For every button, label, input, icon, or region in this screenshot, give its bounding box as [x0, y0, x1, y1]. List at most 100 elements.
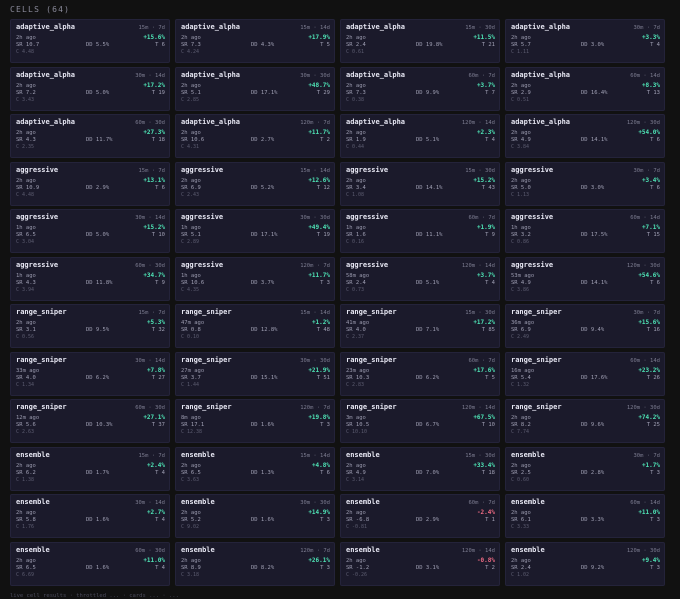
cell-card[interactable]: adaptive_alpha 60m · 7d 2h ago +3.7% SR … — [340, 66, 500, 111]
cell-card[interactable]: ensemble 60m · 14d 2h ago +11.0% SR 6.1 … — [505, 494, 665, 538]
cell-drawdown: DD 8.2% — [251, 564, 275, 571]
cell-card[interactable]: ensemble 30m · 30d 2h ago +14.9% SR 5.2 … — [175, 494, 335, 538]
cell-calmar: C 3.04 — [16, 239, 35, 245]
cell-card[interactable]: ensemble 15m · 30d 2h ago +33.4% SR 4.9 … — [340, 446, 500, 491]
cell-card[interactable]: adaptive_alpha 30m · 30d 2h ago +48.7% S… — [175, 66, 335, 111]
cell-drawdown: DD 6.7% — [416, 422, 440, 428]
cell-trade-count: T 9 — [155, 279, 165, 286]
cell-sharpe-ratio: SR 5.6 — [16, 422, 36, 428]
cell-updated-ago: 2h ago — [511, 510, 531, 516]
cell-card[interactable]: aggressive 60m · 30d 1h ago +34.7% SR 4.… — [10, 256, 170, 301]
cell-card[interactable]: range_sniper 15m · 30d 41m ago +17.2% SR… — [340, 304, 500, 348]
cell-strategy-name: adaptive_alpha — [16, 23, 76, 31]
cell-card[interactable]: ensemble 120m · 7d 2h ago +26.1% SR 8.9 … — [175, 541, 335, 586]
cell-card[interactable]: range_sniper 30m · 30d 27m ago +21.9% SR… — [175, 351, 335, 396]
cell-calmar: C 9.02 — [181, 524, 200, 530]
cell-card[interactable]: range_sniper 15m · 7d 2h ago +5.3% SR 3.… — [10, 304, 170, 348]
cell-sharpe-ratio: SR 6.5 — [181, 469, 201, 476]
cell-strategy-name: aggressive — [181, 260, 224, 269]
cell-timeframe: 60m · 30d — [135, 547, 165, 554]
cell-updated-ago: 2h ago — [346, 462, 366, 469]
cell-card[interactable]: ensemble 30m · 7d 2h ago +1.7% SR 2.5 DD… — [505, 446, 665, 491]
cell-card[interactable]: range_sniper 60m · 7d 23m ago +17.6% SR … — [340, 351, 500, 396]
cell-card[interactable]: ensemble 30m · 14d 2h ago +2.7% SR 5.8 D… — [10, 494, 170, 538]
cell-card[interactable]: adaptive_alpha 30m · 7d 2h ago +3.3% SR … — [505, 19, 665, 63]
cell-card[interactable]: aggressive 15m · 7d 2h ago +13.1% SR 10.… — [10, 161, 170, 206]
cell-card[interactable]: adaptive_alpha 120m · 14d 2h ago +2.3% S… — [340, 114, 500, 158]
cell-updated-ago: 2h ago — [16, 557, 36, 564]
cell-sharpe-ratio: SR 7.2 — [16, 89, 36, 96]
cell-card[interactable]: ensemble 15m · 14d 2h ago +4.8% SR 6.5 D… — [175, 446, 335, 491]
cell-sharpe-ratio: SR -1.2 — [346, 564, 370, 571]
cell-card[interactable]: aggressive 30m · 7d 2h ago +3.4% SR 5.0 … — [505, 161, 665, 206]
cell-sharpe-ratio: SR 2.5 — [511, 469, 531, 476]
cell-return: +11.7% — [308, 271, 330, 279]
cell-trade-count: T 26 — [646, 374, 660, 381]
cell-card[interactable]: range_sniper 60m · 30d 12m ago +27.1% SR… — [10, 399, 170, 443]
cell-strategy-name: ensemble — [511, 450, 545, 459]
cell-card[interactable]: range_sniper 15m · 14d 47m ago +1.2% SR … — [175, 304, 335, 348]
cell-card[interactable]: aggressive 120m · 30d 53m ago +54.6% SR … — [505, 256, 665, 301]
cell-card[interactable]: range_sniper 30m · 14d 33m ago +7.8% SR … — [10, 351, 170, 396]
cell-card[interactable]: adaptive_alpha 60m · 30d 2h ago +27.3% S… — [10, 114, 170, 158]
cell-card[interactable]: range_sniper 30m · 7d 36m ago +15.6% SR … — [505, 304, 665, 348]
cell-trade-count: T 6 — [650, 279, 660, 286]
cell-updated-ago: 3m ago — [346, 415, 366, 421]
cell-card[interactable]: ensemble 15m · 7d 2h ago +2.4% SR 6.2 DD… — [10, 446, 170, 491]
cell-timeframe: 60m · 30d — [135, 120, 165, 126]
cell-card[interactable]: range_sniper 120m · 7d 8m ago +19.8% SR … — [175, 399, 335, 443]
cell-card[interactable]: aggressive 60m · 14d 1h ago +7.1% SR 3.2… — [505, 209, 665, 253]
cell-card[interactable]: range_sniper 60m · 14d 16m ago +23.2% SR… — [505, 351, 665, 396]
cell-card[interactable]: aggressive 15m · 14d 2h ago +12.6% SR 6.… — [175, 161, 335, 206]
cell-drawdown: DD 1.6% — [86, 517, 110, 523]
cell-timeframe: 30m · 30d — [300, 500, 330, 506]
cell-updated-ago: 2h ago — [16, 82, 36, 89]
cell-card[interactable]: ensemble 60m · 30d 2h ago +11.0% SR 6.5 … — [10, 541, 170, 586]
cell-strategy-name: aggressive — [346, 165, 389, 174]
cell-card[interactable]: range_sniper 120m · 14d 3m ago +67.5% SR… — [340, 399, 500, 443]
cell-strategy-name: range_sniper — [181, 403, 232, 411]
cell-card[interactable]: adaptive_alpha 60m · 14d 2h ago +8.3% SR… — [505, 66, 665, 111]
cell-timeframe: 60m · 14d — [630, 72, 660, 79]
cell-strategy-name: range_sniper — [511, 308, 562, 316]
cell-card[interactable]: ensemble 120m · 30d 2h ago +9.4% SR 2.4 … — [505, 541, 665, 586]
cell-trade-count: T 2 — [320, 137, 330, 143]
cell-timeframe: 30m · 30d — [300, 72, 330, 79]
cell-timeframe: 120m · 30d — [626, 547, 660, 554]
cell-card[interactable]: adaptive_alpha 15m · 30d 2h ago +11.5% S… — [340, 19, 500, 63]
cell-strategy-name: ensemble — [346, 498, 380, 506]
cell-card[interactable]: adaptive_alpha 120m · 7d 2h ago +11.7% S… — [175, 114, 335, 158]
cell-timeframe: 60m · 7d — [468, 500, 496, 506]
cell-card[interactable]: ensemble 120m · 14d 2h ago -0.8% SR -1.2… — [340, 541, 500, 586]
cell-card[interactable]: adaptive_alpha 15m · 14d 2h ago +17.9% S… — [175, 19, 335, 63]
cell-card[interactable]: aggressive 60m · 7d 1h ago +1.9% SR 1.6 … — [340, 209, 500, 253]
cell-card[interactable]: aggressive 120m · 14d 58m ago +3.7% SR 2… — [340, 256, 500, 301]
cell-timeframe: 15m · 14d — [300, 310, 330, 316]
cell-updated-ago: 2h ago — [511, 130, 531, 136]
cell-trade-count: T 6 — [155, 42, 165, 48]
cell-strategy-name: adaptive_alpha — [511, 23, 571, 31]
cell-strategy-name: aggressive — [346, 260, 389, 269]
cell-return: +54.6% — [638, 271, 660, 279]
cell-sharpe-ratio: SR 8.2 — [511, 422, 531, 428]
cell-card[interactable]: aggressive 30m · 30d 1h ago +49.4% SR 5.… — [175, 209, 335, 253]
cell-return: +17.6% — [473, 366, 495, 374]
cell-updated-ago: 2h ago — [181, 177, 201, 184]
cell-card[interactable]: ensemble 60m · 7d 2h ago -2.4% SR -6.8 D… — [340, 494, 500, 538]
cell-card[interactable]: adaptive_alpha 120m · 30d 2h ago +54.0% … — [505, 114, 665, 158]
cell-updated-ago: 41m ago — [346, 320, 370, 326]
cell-card[interactable]: adaptive_alpha 30m · 14d 2h ago +17.2% S… — [10, 66, 170, 111]
cell-return: +27.3% — [143, 129, 165, 136]
cell-return: +1.7% — [641, 461, 660, 469]
cell-card[interactable]: aggressive 30m · 14d 1h ago +15.2% SR 6.… — [10, 209, 170, 253]
cell-card[interactable]: adaptive_alpha 15m · 7d 2h ago +15.6% SR… — [10, 19, 170, 63]
cell-return: +3.7% — [476, 81, 495, 89]
cell-strategy-name: ensemble — [346, 545, 380, 554]
cell-drawdown: DD 2.9% — [86, 184, 110, 191]
cell-return: +3.3% — [641, 34, 660, 41]
cell-card[interactable]: aggressive 15m · 30d 2h ago +15.2% SR 3.… — [340, 161, 500, 206]
cell-card[interactable]: range_sniper 120m · 30d 2h ago +74.2% SR… — [505, 399, 665, 443]
cell-return: +26.1% — [308, 556, 330, 564]
cell-return: +12.6% — [308, 176, 330, 184]
cell-card[interactable]: aggressive 120m · 7d 1h ago +11.7% SR 10… — [175, 256, 335, 301]
